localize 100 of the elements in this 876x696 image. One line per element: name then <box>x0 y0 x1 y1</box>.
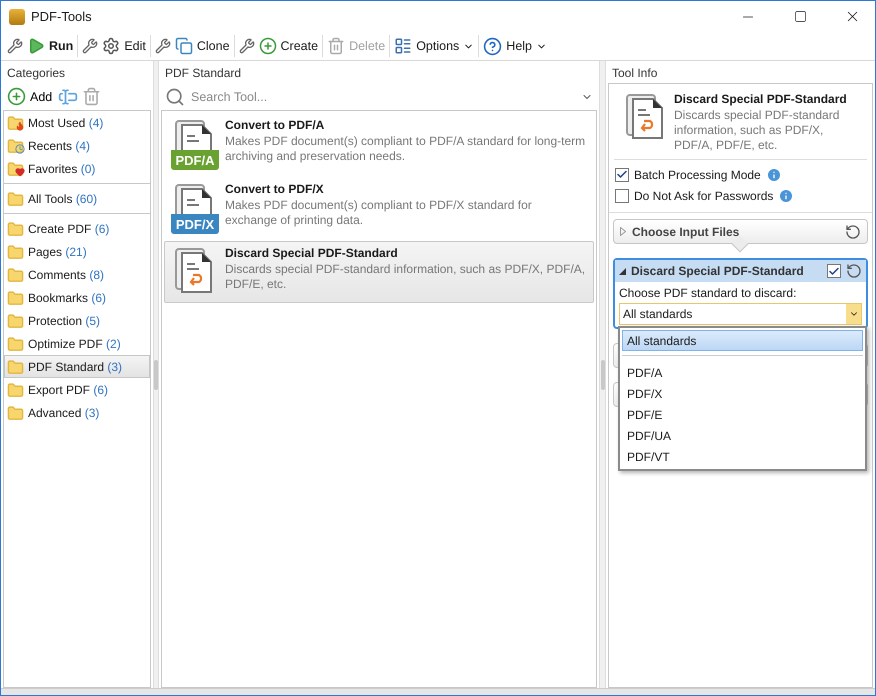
category-label: Protection (5) <box>28 314 100 328</box>
add-button[interactable]: Add <box>5 87 54 106</box>
wrench-icon <box>154 38 171 54</box>
app-icon <box>9 8 25 24</box>
rename-icon <box>58 86 78 106</box>
dropdown-option[interactable]: PDF/E <box>622 404 863 425</box>
flame-icon <box>15 120 25 130</box>
dropdown-option[interactable]: PDF/UA <box>622 425 863 446</box>
category-item[interactable]: Create PDF (6) <box>4 217 150 240</box>
tool-item[interactable]: PDF/X Convert to PDF/X Makes PDF document(s) compliant to PDF/X standard for exchange of printing data. <box>164 177 594 239</box>
toolbar-button[interactable]: Run <box>3 33 78 59</box>
tool-item[interactable]: PDF/A Convert to PDF/A Makes PDF document(s) compliant to PDF/A standard for long-term archiving and preservation needs. <box>164 113 594 175</box>
clock-icon <box>15 144 25 154</box>
category-item[interactable]: Pages (21) <box>4 240 150 263</box>
toolbar-button[interactable]: Clone <box>150 33 234 59</box>
plus-icon <box>7 87 26 106</box>
tool-title: Convert to PDF/X <box>225 182 325 196</box>
wrench-icon <box>238 38 255 54</box>
reset-icon <box>846 263 862 279</box>
help-icon <box>483 36 502 56</box>
tool-title: Discard Special PDF-Standard <box>225 246 399 260</box>
folder-icon <box>7 358 24 376</box>
trash-icon <box>82 87 102 106</box>
tool-item[interactable]: Discard Special PDF-Standard Discards special PDF-standard information, such as PDF/X, PDF/A, PDF/E, etc. <box>164 241 594 303</box>
document-icon <box>175 246 212 293</box>
document-icon <box>626 92 663 139</box>
category-item[interactable]: Comments (8) <box>4 263 150 286</box>
gear-icon <box>102 37 120 55</box>
format-badge: PDF/X <box>171 214 219 234</box>
category-item[interactable]: Most Used (4) <box>4 111 150 134</box>
tool-description: Makes PDF document(s) compliant to PDF/A standard for long-term archiving and preservation needs. <box>225 134 586 164</box>
wrench-icon <box>82 38 98 54</box>
folder-icon <box>7 404 24 422</box>
search-field[interactable]: Search Tool... <box>189 88 577 104</box>
category-label: Pages (21) <box>28 244 87 258</box>
maximize-icon[interactable] <box>794 10 806 23</box>
category-label: Favorites (0) <box>28 162 96 176</box>
folder-icon <box>7 220 24 238</box>
folder-icon <box>7 266 24 284</box>
document-icon <box>175 182 212 214</box>
checkbox[interactable] <box>615 168 629 182</box>
tool-description: Makes PDF document(s) compliant to PDF/X standard for exchange of printing data. <box>225 198 533 228</box>
reset-icon <box>845 224 861 240</box>
toolbar-button[interactable]: Edit <box>78 33 150 59</box>
collapsed-triangle-icon[interactable] <box>620 227 626 236</box>
dropdown-option[interactable]: All standards <box>622 330 863 351</box>
category-label: All Tools (60) <box>28 192 98 206</box>
dropdown-option[interactable]: PDF/VT <box>622 446 863 467</box>
category-item[interactable]: Favorites (0) <box>4 157 150 180</box>
checkbox[interactable] <box>827 264 841 278</box>
category-item[interactable]: Recents (4) <box>4 134 150 157</box>
toolbar-button[interactable]: Help <box>479 33 552 59</box>
category-item[interactable]: Optimize PDF (2) <box>4 332 150 355</box>
folder-icon <box>7 382 24 398</box>
category-item[interactable]: All Tools (60) <box>4 187 150 210</box>
category-item[interactable]: Bookmarks (6) <box>4 286 150 309</box>
category-label: Create PDF (6) <box>28 222 110 236</box>
window-title: PDF-Tools <box>31 9 93 24</box>
trash-icon <box>327 37 346 55</box>
folder-icon <box>7 312 24 330</box>
dropdown-option[interactable]: PDF/A <box>622 362 863 383</box>
category-label: Advanced (3) <box>28 406 100 420</box>
field-label: Choose PDF standard to discard: <box>619 286 798 300</box>
option-label: Batch Processing Mode <box>634 168 761 182</box>
folder-icon <box>7 290 24 306</box>
heart-icon <box>15 166 25 176</box>
document-icon <box>175 118 212 150</box>
category-item[interactable]: PDF Standard (3) <box>4 355 150 378</box>
category-label: PDF Standard (3) <box>28 360 122 374</box>
info-icon <box>778 188 794 204</box>
folder-icon <box>7 336 24 352</box>
section-title: Choose Input Files <box>632 224 740 238</box>
category-item[interactable]: Protection (5) <box>4 309 150 332</box>
tool-title: Convert to PDF/A <box>225 118 326 132</box>
category-label: Recents (4) <box>28 138 90 152</box>
category-label: Optimize PDF (2) <box>28 336 121 350</box>
copy-icon <box>174 37 193 55</box>
toolbar-button[interactable]: Options <box>390 33 478 59</box>
tool-title: Discard Special PDF-Standard <box>674 92 848 106</box>
folder-icon <box>7 244 24 260</box>
info-icon <box>766 166 782 182</box>
plus-icon <box>258 37 277 55</box>
tool-description: Discards special PDF-standard information, such as PDF/X, PDF/A, PDF/E, etc. <box>674 108 840 153</box>
play-icon <box>27 37 45 55</box>
option-label: Do Not Ask for Passwords <box>634 188 774 202</box>
category-label: Most Used (4) <box>28 116 104 130</box>
category-item[interactable]: Export PDF (6) <box>4 378 150 401</box>
panel-title: PDF Standard <box>164 65 242 82</box>
wrench-icon <box>7 38 23 54</box>
dropdown-option[interactable]: PDF/X <box>622 383 863 404</box>
category-item[interactable]: Advanced (3) <box>4 401 150 424</box>
toolbar-button[interactable]: Create <box>234 33 322 59</box>
expanded-triangle-icon[interactable] <box>619 268 626 274</box>
folder-icon <box>7 190 24 208</box>
checkbox[interactable] <box>615 188 629 202</box>
folder-icon <box>7 138 24 154</box>
panel-title: Categories <box>6 65 66 82</box>
category-label: Comments (8) <box>28 268 104 282</box>
settings-icon <box>394 37 412 55</box>
category-label: Export PDF (6) <box>28 382 108 396</box>
